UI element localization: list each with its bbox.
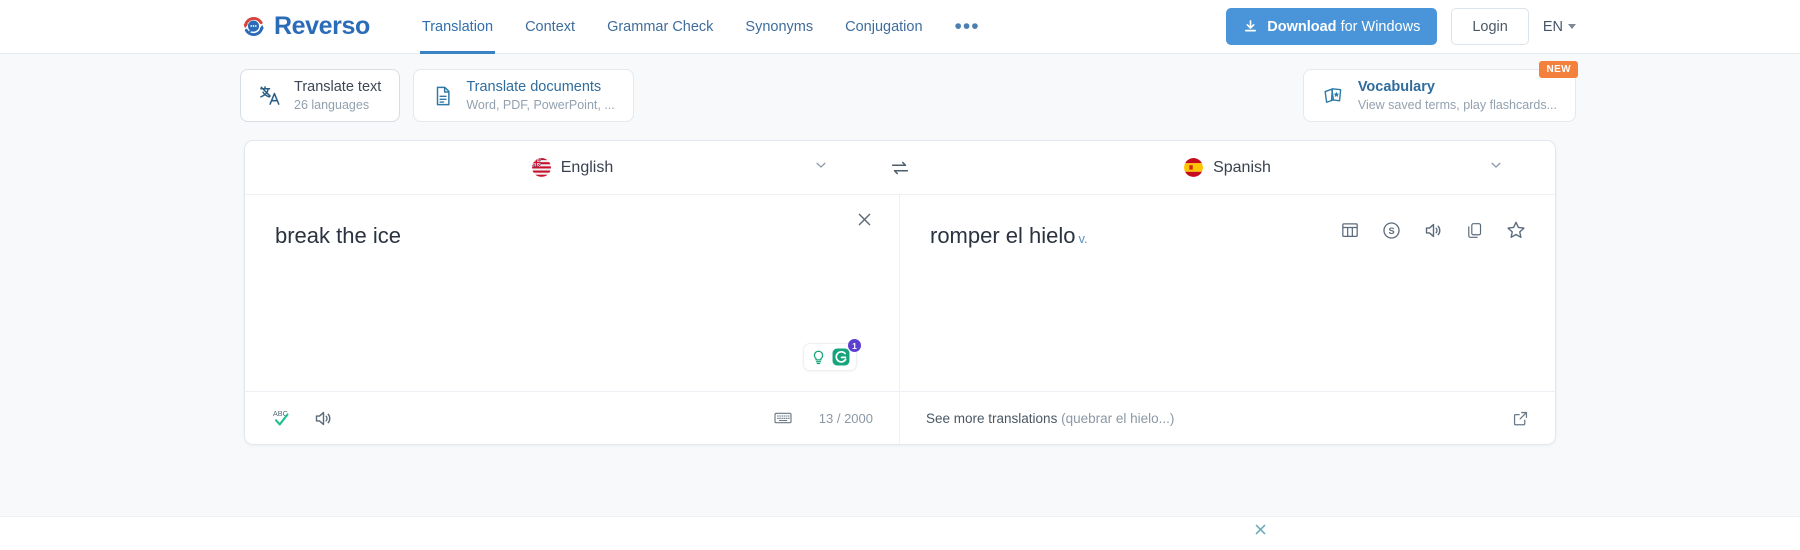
new-badge: NEW bbox=[1539, 61, 1578, 78]
source-pane-footer: ABC bbox=[245, 391, 899, 444]
download-for-windows-button[interactable]: Download for Windows bbox=[1226, 8, 1437, 45]
vocabulary-card[interactable]: Vocabulary View saved terms, play flashc… bbox=[1303, 69, 1576, 122]
see-more-label: See more translations bbox=[926, 411, 1057, 426]
nav-more-menu-icon[interactable]: ••• bbox=[939, 0, 996, 54]
grammarly-g-icon bbox=[832, 348, 850, 366]
us-uk-flag-icon bbox=[532, 158, 551, 177]
svg-text:S: S bbox=[1388, 226, 1394, 236]
source-language-selector[interactable]: English bbox=[532, 158, 613, 177]
ad-close-button[interactable] bbox=[1254, 523, 1267, 539]
target-actions: S bbox=[1340, 219, 1527, 241]
download-label-strong: Download bbox=[1267, 19, 1336, 35]
character-counter: 13 / 2000 bbox=[819, 411, 873, 426]
top-navigation-bar: Reverso Translation Context Grammar Chec… bbox=[0, 0, 1800, 54]
spain-flag-icon bbox=[1184, 158, 1203, 177]
mode-subtitle-translate-documents: Word, PDF, PowerPoint, ... bbox=[466, 97, 614, 113]
language-selection-bar: English bbox=[245, 141, 1555, 195]
source-footer-right: 13 / 2000 bbox=[773, 408, 873, 428]
brand-name: Reverso bbox=[274, 12, 370, 41]
lightbulb-icon bbox=[810, 349, 827, 366]
top-nav-actions: Download for Windows Login EN bbox=[1226, 8, 1576, 45]
brand-logo[interactable]: Reverso bbox=[240, 12, 370, 41]
mode-card-translate-text[interactable]: Translate text 26 languages bbox=[240, 69, 400, 122]
keyboard-icon[interactable] bbox=[773, 408, 793, 428]
target-language-selector[interactable]: Spanish bbox=[1184, 158, 1271, 177]
conjugation-table-icon[interactable] bbox=[1340, 220, 1360, 240]
download-label-rest: for Windows bbox=[1337, 19, 1421, 35]
target-text-output: romper el hielov. bbox=[930, 221, 1310, 251]
ui-language-selector[interactable]: EN bbox=[1543, 19, 1576, 35]
vocabulary-card-wrapper: Vocabulary View saved terms, play flashc… bbox=[1303, 69, 1576, 122]
target-language-side: Spanish bbox=[900, 141, 1555, 194]
star-icon[interactable] bbox=[1505, 219, 1527, 241]
grammarly-extension-badge[interactable]: 1 bbox=[803, 343, 857, 371]
target-language-chevron-down-icon[interactable] bbox=[1489, 158, 1503, 177]
source-speaker-icon[interactable] bbox=[313, 408, 334, 429]
copy-icon[interactable] bbox=[1465, 221, 1484, 240]
nav-link-synonyms[interactable]: Synonyms bbox=[729, 0, 829, 54]
vocabulary-subtitle: View saved terms, play flashcards... bbox=[1358, 97, 1557, 113]
grammarly-notification-count: 1 bbox=[848, 339, 861, 352]
close-x-icon bbox=[856, 211, 873, 228]
document-icon bbox=[432, 85, 454, 107]
bottom-ad-strip bbox=[0, 516, 1800, 550]
chevron-down-icon bbox=[1568, 24, 1576, 29]
nav-link-conjugation[interactable]: Conjugation bbox=[829, 0, 938, 54]
page-content: Translate text 26 languages Translate do… bbox=[0, 54, 1800, 550]
synonyms-s-icon[interactable]: S bbox=[1381, 220, 1402, 241]
close-x-icon bbox=[1254, 523, 1267, 536]
download-icon bbox=[1243, 19, 1258, 34]
target-language-label: Spanish bbox=[1213, 159, 1271, 177]
source-pane: break the ice bbox=[245, 195, 900, 444]
external-link-icon[interactable] bbox=[1512, 410, 1529, 427]
target-pane-body: romper el hielov. S bbox=[900, 195, 1555, 391]
flashcards-icon bbox=[1322, 84, 1346, 108]
mode-card-translate-documents[interactable]: Translate documents Word, PDF, PowerPoin… bbox=[413, 69, 633, 122]
nav-link-grammar-check[interactable]: Grammar Check bbox=[591, 0, 729, 54]
source-language-chevron-down-icon[interactable] bbox=[814, 158, 828, 177]
source-pane-body: break the ice bbox=[245, 195, 899, 391]
translate-text-icon bbox=[259, 84, 282, 107]
see-more-translations-link[interactable]: See more translations (quebrar el hielo.… bbox=[926, 411, 1174, 426]
target-pane: romper el hielov. S bbox=[900, 195, 1555, 444]
vocabulary-title: Vocabulary bbox=[1358, 78, 1557, 96]
source-language-label: English bbox=[561, 159, 613, 177]
target-translation-text: romper el hielo bbox=[930, 223, 1076, 248]
ui-language-label: EN bbox=[1543, 19, 1563, 35]
target-pane-footer: See more translations (quebrar el hielo.… bbox=[900, 391, 1555, 444]
translator-panel: English bbox=[244, 140, 1556, 445]
source-language-side: English bbox=[245, 141, 900, 194]
abc-spellcheck-icon[interactable]: ABC bbox=[271, 407, 293, 429]
nav-link-context[interactable]: Context bbox=[509, 0, 591, 54]
mode-title-translate-text: Translate text bbox=[294, 78, 381, 96]
clear-source-text-button[interactable] bbox=[856, 211, 873, 233]
see-more-alternative: (quebrar el hielo...) bbox=[1061, 411, 1174, 426]
source-text-input[interactable]: break the ice bbox=[275, 221, 869, 251]
part-of-speech-tag: v. bbox=[1079, 231, 1088, 246]
login-button[interactable]: Login bbox=[1451, 8, 1528, 45]
source-footer-actions: ABC bbox=[271, 407, 334, 429]
mode-subtitle-translate-text: 26 languages bbox=[294, 97, 381, 113]
reverso-circular-arrow-logo bbox=[240, 13, 267, 40]
mode-title-translate-documents: Translate documents bbox=[466, 78, 614, 96]
main-nav-links: Translation Context Grammar Check Synony… bbox=[406, 0, 996, 54]
translation-panes: break the ice bbox=[245, 195, 1555, 444]
target-speaker-icon[interactable] bbox=[1423, 220, 1444, 241]
nav-link-translation[interactable]: Translation bbox=[406, 0, 509, 54]
